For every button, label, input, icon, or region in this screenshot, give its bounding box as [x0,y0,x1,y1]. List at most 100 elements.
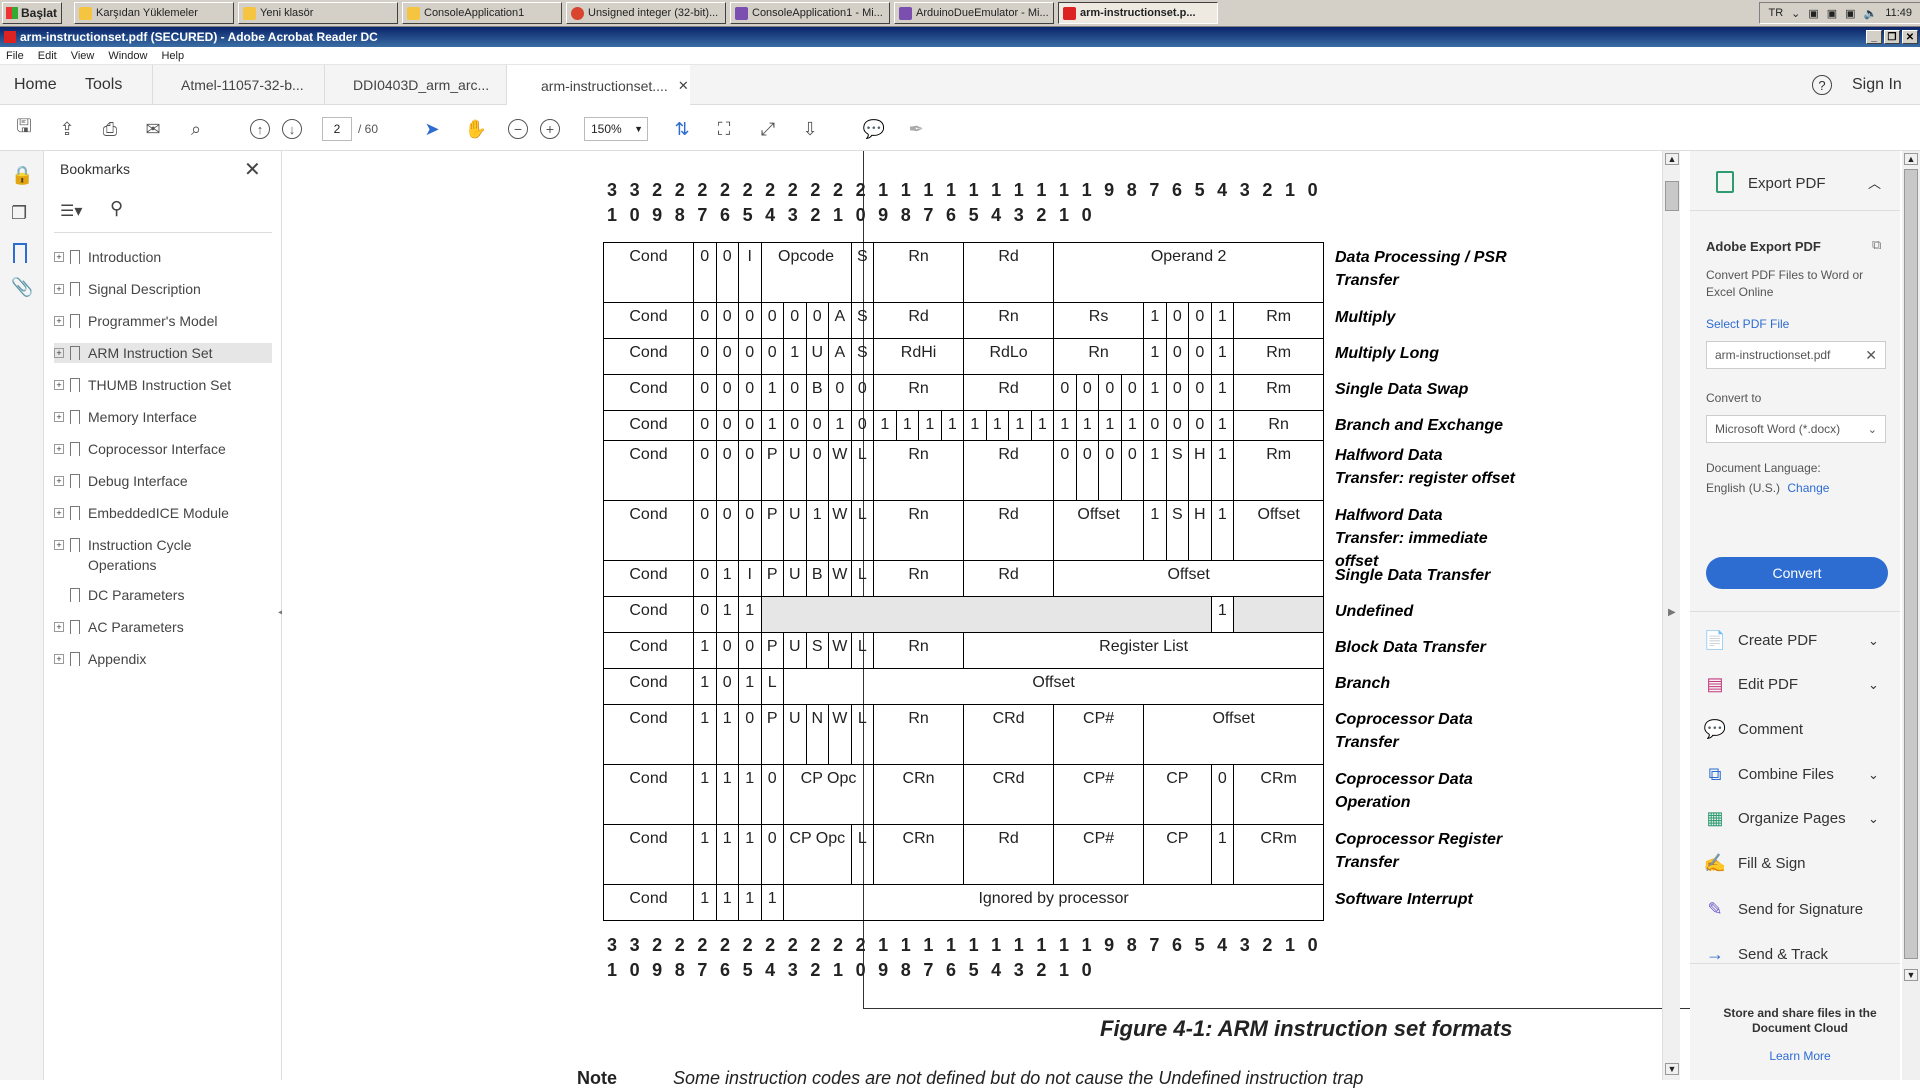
expand-right-panel-icon[interactable]: ▶ [1668,607,1676,618]
taskbar-item-acrobat[interactable]: arm-instructionset.p... [1058,2,1218,24]
page-number-input[interactable]: 2 [322,117,352,141]
expand-icon[interactable]: + [54,508,64,518]
taskbar-item-visual-studio-1[interactable]: ConsoleApplication1 - Mi... [730,2,890,24]
sign-in-button[interactable]: Sign In [1852,65,1902,105]
tray-app-icon[interactable]: ▣ [1808,7,1818,20]
bookmark-item[interactable]: + ARM Instruction Set [54,343,272,363]
expand-icon[interactable]: + [54,540,64,550]
scroll-thumb[interactable] [1904,169,1918,959]
clear-icon[interactable]: ✕ [1865,347,1877,364]
start-button[interactable]: Başlat [2,2,62,24]
page-thumbnails-icon[interactable]: ❐ [11,203,27,224]
bookmark-item[interactable]: + Instruction Cycle Operations [54,535,248,575]
tab-doc-arm[interactable]: arm-instructionset.... ✕ [506,65,690,106]
volume-icon[interactable]: 🔈 [1864,7,1878,20]
tab-doc-ddi[interactable]: DDI0403D_arm_arc... [324,65,506,105]
email-icon[interactable]: ✉ [141,117,165,141]
zoom-in-icon[interactable]: + [538,117,562,141]
minimize-button[interactable]: _ [1866,30,1882,44]
zoom-out-icon[interactable]: − [506,117,530,141]
scroll-down-arrow[interactable]: ▼ [1904,969,1918,981]
print-icon[interactable]: ⎙ [98,117,122,141]
menu-help[interactable]: Help [161,50,184,62]
tool-item[interactable]: ✍ Fill & Sign [1704,852,1806,874]
bookmark-item[interactable]: + AC Parameters [54,617,184,637]
scroll-thumb[interactable] [1665,181,1679,211]
bookmark-item[interactable]: + Memory Interface [54,407,197,427]
scroll-up-arrow[interactable]: ▲ [1665,153,1679,165]
tab-doc-atmel[interactable]: Atmel-11057-32-b... [152,65,324,105]
tool-item[interactable]: ▤ Edit PDF [1704,673,1798,695]
chevron-up-icon[interactable]: ︿ [1868,173,1881,192]
taskbar-item-downloads[interactable]: Karşıdan Yüklemeler [74,2,234,24]
cloud-upload-icon[interactable]: ⇪ [55,117,79,141]
tab-tools[interactable]: Tools [85,65,122,105]
bookmark-item[interactable]: + Appendix [54,649,146,669]
expand-icon[interactable]: + [54,348,64,358]
menu-view[interactable]: View [71,50,95,62]
learn-more-link[interactable]: Learn More [1710,1049,1890,1063]
bookmark-icon[interactable] [13,243,27,263]
export-pdf-header[interactable]: Export PDF ︿ [1690,151,1900,211]
menu-file[interactable]: File [6,50,24,62]
tool-item[interactable]: 📄 Create PDF [1704,629,1817,651]
sign-pen-icon[interactable]: ✒ [904,117,928,141]
taskbar-item-new-folder[interactable]: Yeni klasör [238,2,398,24]
expand-icon[interactable]: + [54,444,64,454]
read-mode-icon[interactable]: ⇩ [798,117,822,141]
info-icon[interactable]: ⧉ [1872,237,1881,253]
attachment-icon[interactable]: 📎 [11,277,33,298]
help-icon[interactable]: ? [1812,65,1832,105]
close-button[interactable]: ✕ [1902,30,1918,44]
chevron-down-icon[interactable]: ⌄ [1868,677,1879,693]
search-icon[interactable]: ⌕ [184,117,208,141]
chevron-down-icon[interactable]: ⌄ [1791,7,1800,20]
tab-home[interactable]: Home [14,65,57,105]
tray-app-icon[interactable]: ▣ [1827,7,1837,20]
bookmark-options-icon[interactable]: ☰▾ [60,201,82,221]
taskbar-item-console-folder[interactable]: ConsoleApplication1 [402,2,562,24]
scroll-down-arrow[interactable]: ▼ [1665,1063,1679,1075]
document-scrollbar[interactable]: ▲ ▶ ▼ [1662,151,1680,1080]
selected-file-field[interactable]: arm-instructionset.pdf ✕ [1706,341,1886,369]
close-panel-icon[interactable]: ✕ [244,157,261,182]
next-page-icon[interactable]: ↓ [280,117,304,141]
menu-edit[interactable]: Edit [38,50,57,62]
fit-page-icon[interactable]: ⛶ [712,117,736,141]
full-screen-icon[interactable]: ⤢ [756,117,780,141]
expand-icon[interactable]: + [54,380,64,390]
tool-item[interactable]: ▦ Organize Pages [1704,807,1845,829]
bookmark-item[interactable]: + THUMB Instruction Set [54,375,231,395]
bookmark-item[interactable]: + Introduction [54,247,161,267]
bookmark-item[interactable]: + Coprocessor Interface [54,439,226,459]
select-cursor-icon[interactable]: ➤ [420,117,444,141]
expand-icon[interactable]: + [54,476,64,486]
bookmark-item[interactable]: + Debug Interface [54,471,188,491]
scroll-up-arrow[interactable]: ▲ [1904,153,1918,165]
bookmark-item[interactable]: + Signal Description [54,279,201,299]
convert-button[interactable]: Convert [1706,557,1888,589]
expand-icon[interactable]: + [54,654,64,664]
chevron-down-icon[interactable]: ⌄ [1868,767,1879,783]
expand-icon[interactable]: + [54,316,64,326]
chevron-down-icon[interactable]: ⌄ [1868,811,1879,827]
previous-page-icon[interactable]: ↑ [248,117,272,141]
save-icon[interactable]: 🖫 [12,116,36,141]
tool-item[interactable]: 💬 Comment [1704,718,1803,740]
expand-icon[interactable]: + [54,622,64,632]
comment-icon[interactable]: 💬 [862,117,886,141]
taskbar-item-visual-studio-2[interactable]: ArduinoDueEmulator - Mi... [894,2,1054,24]
expand-icon[interactable]: + [54,284,64,294]
bookmark-item[interactable]: + EmbeddedICE Module [54,503,229,523]
bookmark-item[interactable]: + Programmer's Model [54,311,218,331]
expand-bookmark-icon[interactable]: ⚲ [110,198,123,219]
expand-icon[interactable]: + [54,252,64,262]
zoom-select[interactable]: 150% ▼ [584,117,648,141]
tool-item[interactable]: ⧉ Combine Files [1704,763,1834,785]
tool-item[interactable]: → Send & Track [1704,943,1828,965]
restore-button[interactable]: ❐ [1884,30,1900,44]
close-tab-icon[interactable]: ✕ [678,78,689,94]
bookmark-item[interactable]: DC Parameters [54,585,184,605]
menu-window[interactable]: Window [108,50,147,62]
tray-app-icon[interactable]: ▣ [1845,7,1855,20]
